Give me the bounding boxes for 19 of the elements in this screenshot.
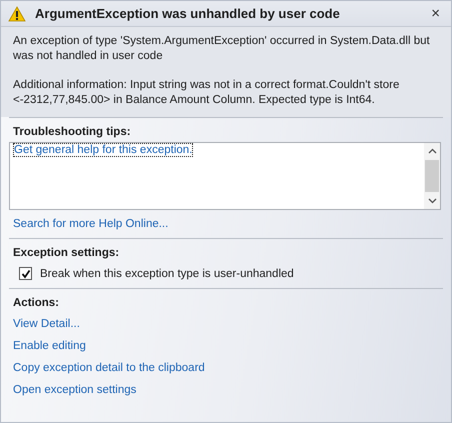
scroll-down-icon[interactable] bbox=[428, 198, 436, 204]
action-link[interactable]: Open exception settings bbox=[13, 384, 136, 396]
exception-message: An exception of type 'System.ArgumentException' occurred in System.Data.dll but was not handled in user code bbox=[13, 34, 431, 64]
action-link[interactable]: Enable editing bbox=[13, 340, 86, 352]
window-title: ArgumentException was unhandled by user code bbox=[35, 6, 341, 21]
action-link[interactable]: Copy exception detail to the clipboard bbox=[13, 362, 205, 374]
scrollbar[interactable] bbox=[424, 143, 440, 209]
checkbox-label: Break when this exception type is user-unhandled bbox=[40, 268, 294, 280]
additional-information: Additional information: Input string was not in a correct format.Couldn't store <-2312,77,845.00> in Balance Amount Column. Expected type is Int64. bbox=[13, 78, 400, 108]
close-button[interactable]: × bbox=[428, 5, 443, 22]
action-link[interactable]: View Detail... bbox=[13, 318, 80, 330]
section-heading: Exception settings: bbox=[13, 247, 120, 259]
section-heading: Troubleshooting tips: bbox=[13, 126, 132, 138]
checkbox[interactable] bbox=[19, 267, 32, 280]
search-help-link[interactable]: Search for more Help Online... bbox=[13, 218, 168, 230]
help-link[interactable]: Get general help for this exception. bbox=[13, 143, 194, 157]
warning-icon bbox=[8, 6, 26, 22]
section-heading: Actions: bbox=[13, 297, 60, 309]
scroll-up-icon[interactable] bbox=[428, 148, 436, 154]
